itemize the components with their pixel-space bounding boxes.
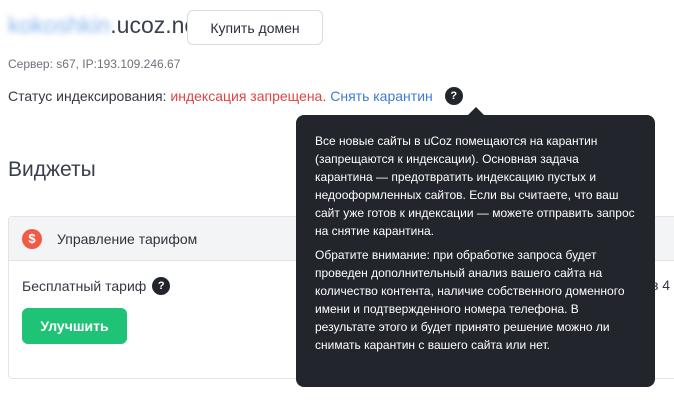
lift-quarantine-link[interactable]: Снять карантин <box>330 88 433 104</box>
server-info: Сервер: s67, IP:193.109.246.67 <box>8 57 181 71</box>
tariff-label: Бесплатный тариф <box>22 278 147 294</box>
tariff-widget-title: Управление тарифом <box>57 230 198 247</box>
upgrade-button[interactable]: Улучшить <box>22 308 127 344</box>
indexing-status-line: Статус индексирования: индексация запрещ… <box>8 87 463 105</box>
buy-domain-button[interactable]: Купить домен <box>187 10 323 45</box>
tooltip-paragraph-2: Обратите внимание: при обработке запроса… <box>315 248 625 352</box>
dollar-coin-icon: $ <box>22 228 42 249</box>
tariff-help-icon[interactable]: ? <box>152 277 171 295</box>
site-subdomain: kokoshkin <box>8 12 111 38</box>
site-address: kokoshkin.ucoz.net <box>8 10 204 40</box>
help-icon[interactable]: ? <box>444 87 463 105</box>
tooltip-paragraph-1: Все новые сайты в uCoz помещаются на кар… <box>315 134 635 238</box>
widgets-heading: Виджеты <box>8 158 96 181</box>
tariff-row: Бесплатный тариф ? <box>22 277 171 295</box>
quarantine-tooltip: Все новые сайты в uCoz помещаются на кар… <box>296 107 655 387</box>
indexing-status-value: индексация запрещена. <box>170 88 327 104</box>
indexing-status-label: Статус индексирования: <box>8 88 167 104</box>
